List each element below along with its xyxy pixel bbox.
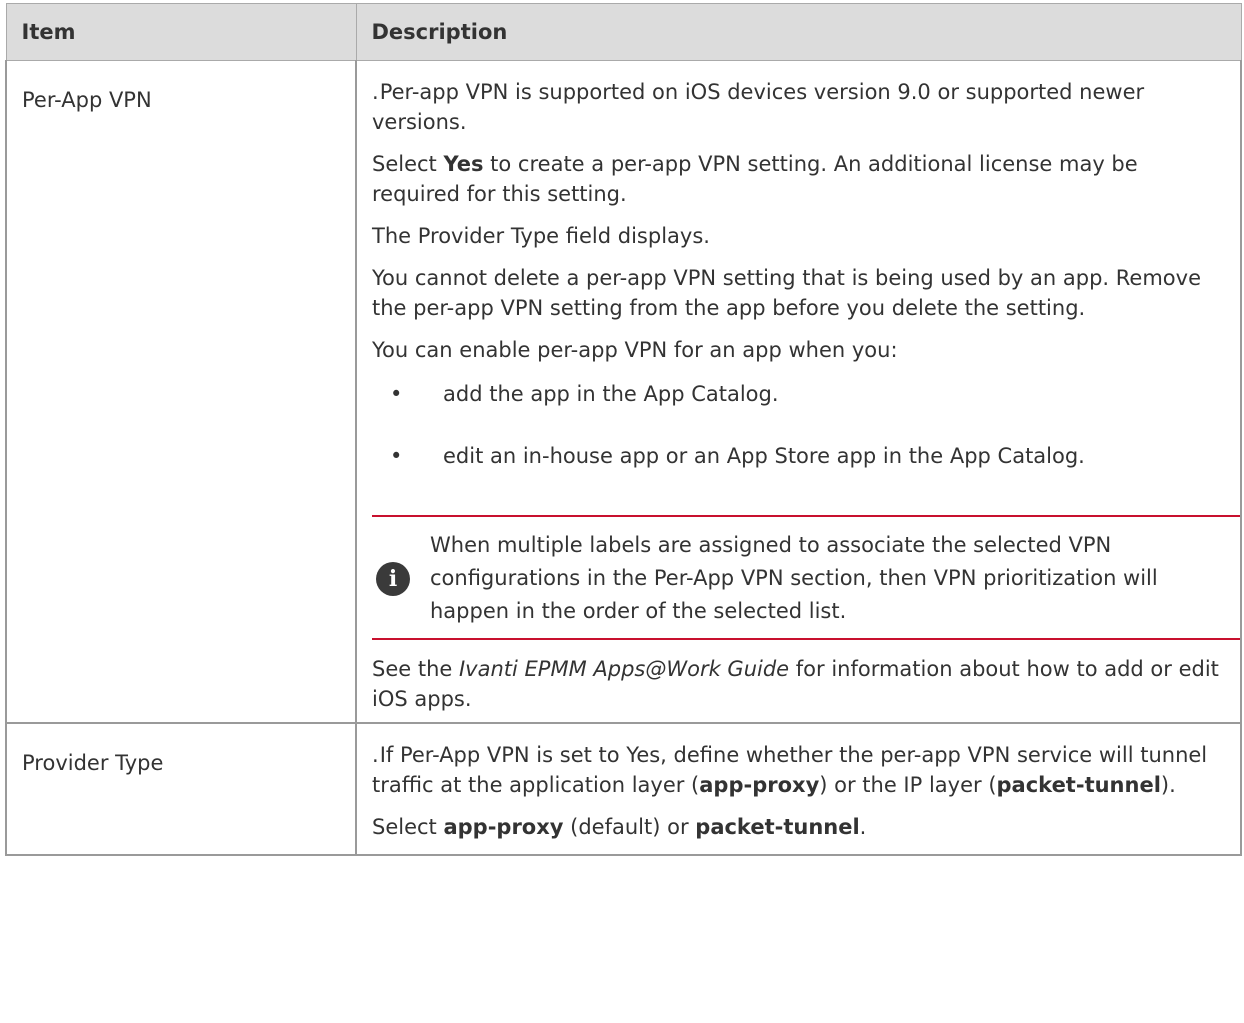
list-item-text: add the app in the App Catalog. <box>443 382 779 406</box>
table-header-row: Item Description <box>5 3 1242 61</box>
description-cell: .If Per-App VPN is set to Yes, define wh… <box>355 723 1242 856</box>
column-header-description: Description <box>355 3 1242 61</box>
select-yes-rest: to create a per-app VPN setting. An addi… <box>372 152 1138 206</box>
app-proxy-term: app-proxy <box>699 773 820 797</box>
list-item: • add the app in the App Catalog. <box>372 377 1226 439</box>
leading-dot: . <box>372 80 379 104</box>
bullet-icon: • <box>390 444 403 468</box>
bullet-icon: • <box>390 382 403 406</box>
table-row-per-app-vpn: Per-App VPN .Per-app VPN is supported on… <box>5 60 1242 724</box>
leading-dot: . <box>372 743 379 767</box>
provider-type-paragraph: The Provider Type field displays. <box>372 224 710 248</box>
enable-bullet-list: • add the app in the App Catalog. • edit a… <box>372 377 1226 501</box>
settings-table: Item Description Per-App VPN .Per-app VP… <box>5 3 1242 856</box>
select-text: Select <box>372 152 444 176</box>
table-row-provider-type: Provider Type .If Per-App VPN is set to … <box>5 723 1242 856</box>
support-text: Per-app VPN is supported on iOS devices … <box>372 80 1145 134</box>
packet-tunnel-term: packet-tunnel <box>695 815 860 839</box>
select-yes-paragraph: Select Yes to create a per-app VPN setti… <box>372 149 1226 209</box>
period-text: . <box>859 815 867 839</box>
definition-text-c: ) or the IP layer ( <box>819 773 997 797</box>
app-proxy-term: app-proxy <box>443 815 564 839</box>
guide-title: Ivanti EPMM Apps@Work Guide <box>458 657 790 681</box>
definition-text-e: ). <box>1160 773 1176 797</box>
yes-term: Yes <box>443 152 484 176</box>
select-text: Select <box>372 815 444 839</box>
info-icon: i <box>376 561 410 596</box>
note-text: When multiple labels are assigned to ass… <box>430 533 1158 623</box>
support-paragraph: .Per-app VPN is supported on iOS devices… <box>372 77 1226 137</box>
select-provider-paragraph: Select app-proxy (default) or packet-tun… <box>372 812 1226 842</box>
list-item-text: edit an in-house app or an App Store app… <box>443 444 1085 468</box>
see-guide-paragraph: See the Ivanti EPMM Apps@Work Guide for … <box>372 654 1226 714</box>
column-header-item: Item <box>5 3 357 61</box>
delete-paragraph: You cannot delete a per-app VPN setting … <box>372 266 1201 320</box>
item-cell: Provider Type <box>5 723 357 856</box>
default-text: (default) or <box>563 815 696 839</box>
packet-tunnel-term: packet-tunnel <box>996 773 1161 797</box>
enable-paragraph: You can enable per-app VPN for an app wh… <box>372 338 898 362</box>
item-cell: Per-App VPN <box>5 60 357 724</box>
info-note: i When multiple labels are assigned to a… <box>372 515 1240 640</box>
list-item: • edit an in-house app or an App Store ap… <box>372 439 1226 501</box>
provider-definition-paragraph: .If Per-App VPN is set to Yes, define wh… <box>372 740 1226 800</box>
see-text: See the <box>372 657 459 681</box>
description-cell: .Per-app VPN is supported on iOS devices… <box>355 60 1242 724</box>
